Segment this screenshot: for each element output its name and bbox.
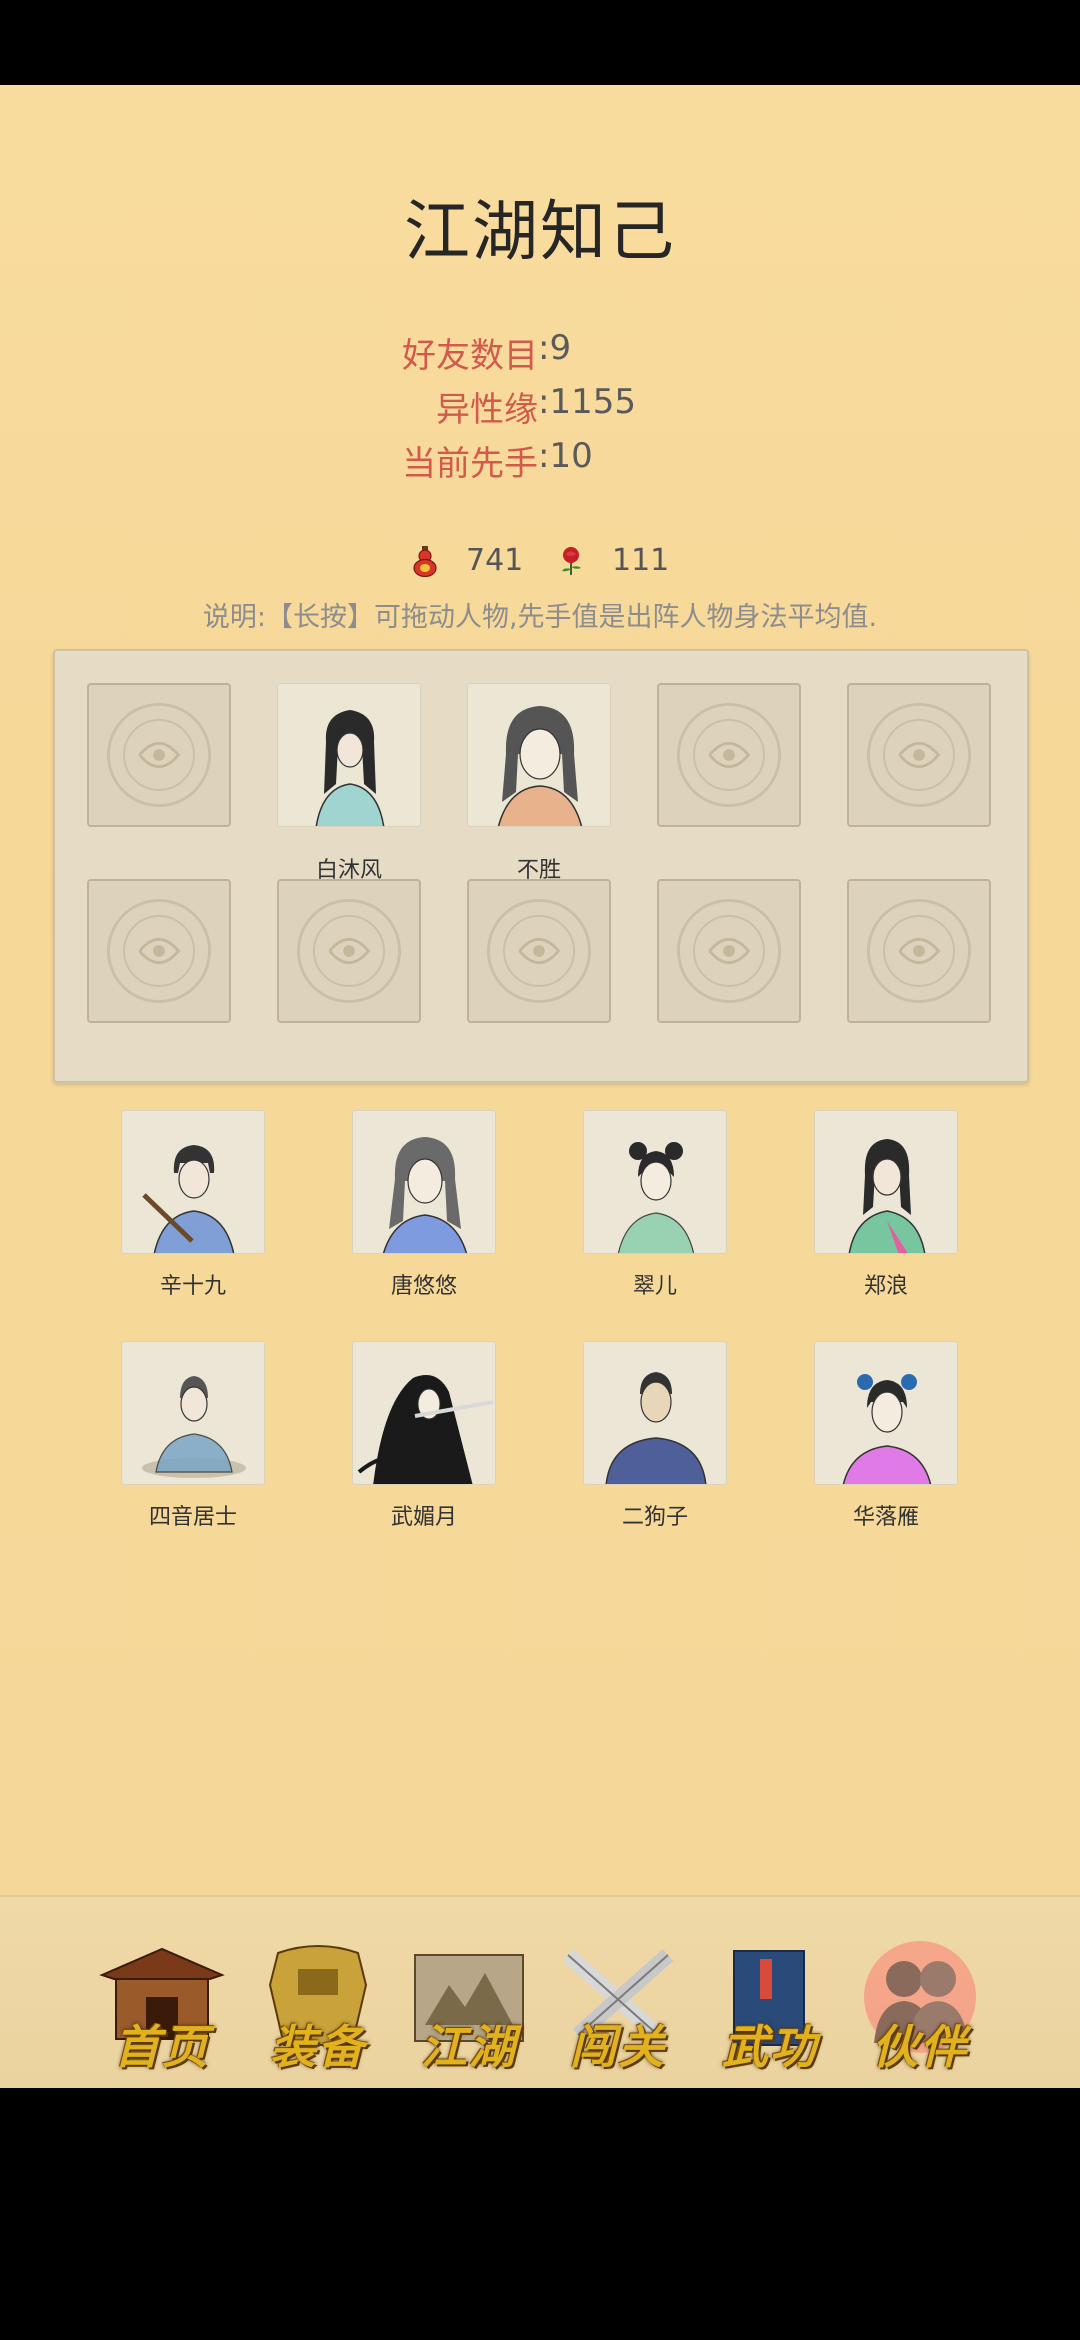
- stat-value: :9: [538, 328, 572, 368]
- slot-emblem-icon: [486, 898, 592, 1004]
- character-portrait-icon: [497, 706, 583, 826]
- rose-icon: [562, 546, 581, 575]
- companion-card[interactable]: [814, 1341, 958, 1485]
- gourd-currency: 741: [410, 543, 523, 578]
- character-portrait-icon: [605, 1372, 707, 1484]
- slot-emblem-icon: [676, 702, 782, 808]
- companion-name: 武媚月: [390, 1505, 457, 1530]
- currency-bar: 741 111: [0, 543, 1080, 583]
- companion-name: 唐悠悠: [390, 1274, 457, 1299]
- slot-emblem-icon: [296, 898, 402, 1004]
- nav-label: 闯关: [570, 2020, 666, 2074]
- team-slot-character[interactable]: [277, 683, 421, 827]
- stat-label: 好友数目: [402, 336, 538, 376]
- team-slot-empty[interactable]: [657, 683, 801, 827]
- gourd-icon: [413, 545, 437, 577]
- team-slot-empty[interactable]: [657, 879, 801, 1023]
- nav-label: 武功: [722, 2020, 818, 2074]
- companion-name: 华落雁: [852, 1505, 919, 1530]
- team-slot-empty[interactable]: [87, 683, 231, 827]
- character-portrait-icon: [142, 1145, 235, 1253]
- system-nav-area: [0, 2088, 1080, 2340]
- game-screen: 江湖知己 好友数目 :9 异性缘 :1155 当前先手 :10 741 111 …: [0, 85, 1080, 2175]
- nav-label: 江湖: [421, 2020, 517, 2074]
- team-slot-empty[interactable]: [87, 879, 231, 1023]
- team-slot-empty[interactable]: [277, 879, 421, 1023]
- character-portrait-icon: [617, 1142, 695, 1253]
- nav-label: 首页: [114, 2020, 210, 2074]
- nav-label: 装备: [270, 2020, 366, 2074]
- nav-jianghu-button[interactable]: 江湖: [399, 1935, 539, 2085]
- nav-home-button[interactable]: 首页: [92, 1935, 232, 2085]
- slot-emblem-icon: [106, 702, 212, 808]
- nav-companions-button[interactable]: 伙伴: [850, 1935, 990, 2085]
- character-portrait-icon: [842, 1374, 932, 1484]
- instruction-note: 说明:【长按】可拖动人物,先手值是出阵人物身法平均值.: [202, 602, 878, 633]
- stat-value: :1155: [538, 382, 636, 422]
- team-slot-character[interactable]: [467, 683, 611, 827]
- companion-name: 四音居士: [148, 1505, 237, 1530]
- stat-label: 异性缘: [436, 390, 538, 430]
- team-slot-empty[interactable]: [847, 879, 991, 1023]
- slot-emblem-icon: [866, 898, 972, 1004]
- character-portrait-icon: [848, 1139, 926, 1253]
- stat-value: :10: [538, 436, 593, 476]
- character-portrait-icon: [315, 710, 385, 826]
- companion-card[interactable]: [352, 1110, 496, 1254]
- character-portrait-icon: [382, 1137, 468, 1253]
- character-portrait-icon: [357, 1375, 494, 1484]
- stat-label: 当前先手: [402, 444, 538, 484]
- team-slot-empty[interactable]: [847, 683, 991, 827]
- slot-emblem-icon: [866, 702, 972, 808]
- slot-emblem-icon: [106, 898, 212, 1004]
- companion-card[interactable]: [814, 1110, 958, 1254]
- companion-card[interactable]: [583, 1110, 727, 1254]
- companion-card[interactable]: [121, 1341, 265, 1485]
- nav-equipment-button[interactable]: 装备: [248, 1935, 388, 2085]
- nav-challenge-button[interactable]: 闯关: [548, 1935, 688, 2085]
- battle-team-panel: 白沐风 不胜: [53, 649, 1029, 1083]
- gourd-count: 741: [466, 543, 524, 578]
- page-title: 江湖知己: [404, 193, 676, 270]
- companion-name: 郑浪: [863, 1274, 908, 1299]
- companion-name: 二狗子: [621, 1505, 688, 1530]
- companion-card[interactable]: [352, 1341, 496, 1485]
- team-slot-empty[interactable]: [467, 879, 611, 1023]
- rose-currency: 111: [556, 543, 669, 578]
- companion-card[interactable]: [121, 1110, 265, 1254]
- character-portrait-icon: [142, 1376, 246, 1478]
- slot-emblem-icon: [676, 898, 782, 1004]
- companion-name: 辛十九: [159, 1274, 226, 1299]
- nav-label: 伙伴: [872, 2020, 968, 2074]
- companion-name: 翠儿: [632, 1274, 677, 1299]
- nav-martial-arts-button[interactable]: 武功: [700, 1935, 840, 2085]
- companion-card[interactable]: [583, 1341, 727, 1485]
- rose-count: 111: [612, 543, 670, 578]
